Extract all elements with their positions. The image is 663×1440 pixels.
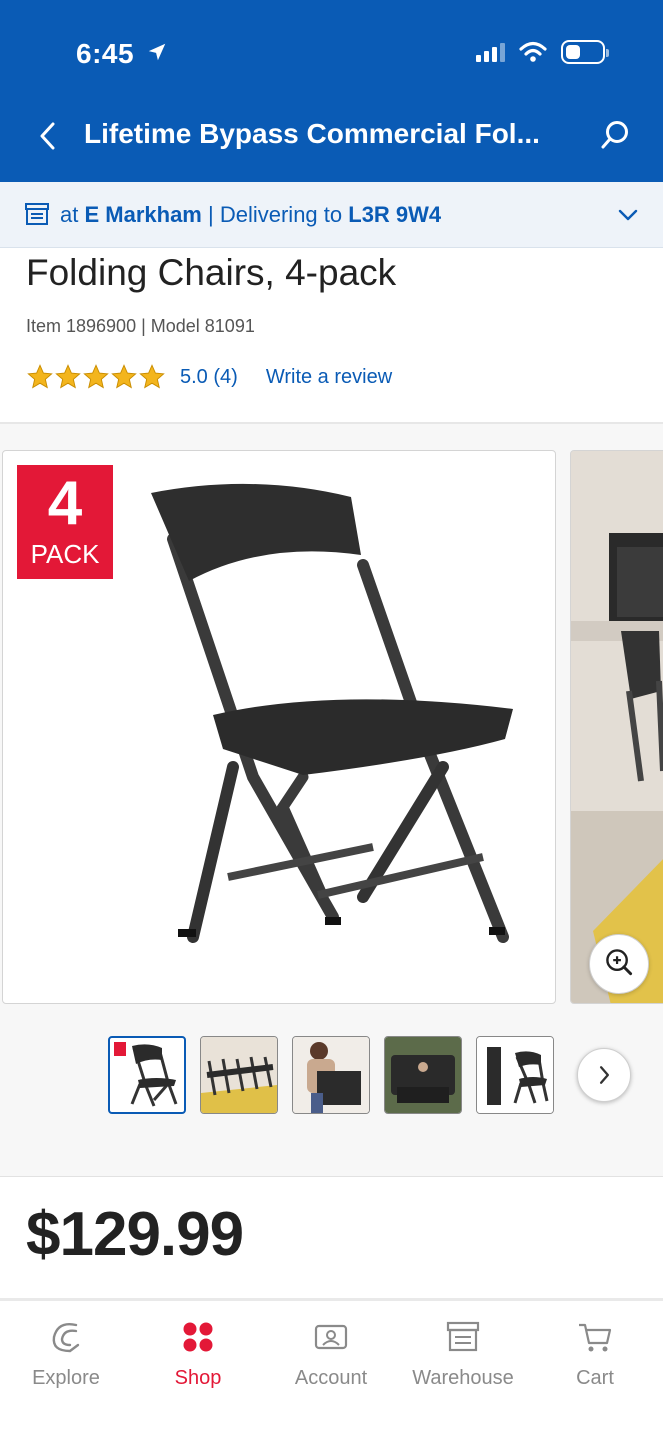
tab-cart[interactable]: Cart xyxy=(529,1319,661,1390)
rating-value[interactable]: 5.0 (4) xyxy=(180,366,238,389)
location-arrow-icon xyxy=(149,43,166,61)
tab-warehouse[interactable]: Warehouse xyxy=(397,1319,529,1390)
chevron-right-icon[interactable] xyxy=(577,1048,631,1102)
signal-icon xyxy=(476,42,505,62)
star-icon xyxy=(27,364,53,389)
wifi-icon xyxy=(519,41,547,62)
tab-account[interactable]: Account xyxy=(265,1319,397,1390)
tab-label-explore: Explore xyxy=(32,1367,100,1389)
warehouse-store-icon xyxy=(25,203,49,225)
item-model-info: Item 1896900 | Model 81091 xyxy=(26,316,255,336)
star-icon xyxy=(83,364,109,389)
warehouse-icon xyxy=(446,1321,480,1352)
thumbnail-carry-chair[interactable] xyxy=(292,1036,370,1114)
status-icons xyxy=(476,40,609,64)
thumbnail-chairs-room[interactable] xyxy=(200,1036,278,1114)
thumbnail-chairs-room-image xyxy=(201,1037,277,1113)
thumbnail-lift-chair[interactable] xyxy=(384,1036,462,1114)
thumbnail-chair-front-image xyxy=(114,1042,178,1107)
tab-label-warehouse: Warehouse xyxy=(412,1367,514,1389)
back-button[interactable] xyxy=(34,120,62,152)
header-title: Lifetime Bypass Commercial Fol... xyxy=(84,118,540,149)
thumbnail-carry-chair-image xyxy=(293,1037,369,1113)
thumbnail-chair-front[interactable] xyxy=(108,1036,186,1114)
write-review-link[interactable]: Write a review xyxy=(266,366,392,389)
search-button[interactable] xyxy=(599,118,633,152)
postal-code: L3R 9W4 xyxy=(348,202,442,227)
location-text: at E Markham | Delivering to L3R 9W4 xyxy=(60,202,441,228)
pack-badge-number: 4 xyxy=(47,469,83,538)
account-icon xyxy=(314,1324,348,1350)
thumbnail-lift-chair-image xyxy=(385,1037,461,1113)
rating-stars[interactable] xyxy=(26,363,166,391)
pack-badge-text: PACK xyxy=(30,539,100,569)
secondary-product-image[interactable] xyxy=(570,450,663,1004)
star-icon xyxy=(55,364,81,389)
loc-prefix: at xyxy=(60,202,79,227)
explore-icon xyxy=(52,1323,80,1353)
tab-label-shop: Shop xyxy=(174,1367,222,1389)
bottom-tab-bar: Explore Shop Account Warehouse Cart xyxy=(0,1298,663,1440)
battery-icon xyxy=(561,40,609,64)
tab-label-cart: Cart xyxy=(576,1367,614,1389)
tab-label-account: Account xyxy=(294,1367,368,1389)
warehouse-name: E Markham xyxy=(84,202,202,227)
shop-icon xyxy=(183,1322,213,1352)
status-time: 6:45 xyxy=(76,38,168,70)
star-icon xyxy=(111,364,137,389)
status-time-text: 6:45 xyxy=(76,38,135,69)
rating-count: (4) xyxy=(213,365,238,388)
room-scene-image xyxy=(571,451,663,1003)
chevron-down-icon[interactable] xyxy=(617,204,639,226)
product-price: $129.99 xyxy=(26,1200,244,1269)
price-section: $129.99 xyxy=(0,1176,663,1298)
rating-score: 5.0 xyxy=(180,365,208,388)
loc-separator: | xyxy=(208,202,214,227)
thumbnail-folded-chair[interactable] xyxy=(476,1036,554,1114)
thumbnail-strip xyxy=(108,1036,554,1114)
rating-row: 5.0 (4) Write a review xyxy=(26,360,392,394)
folding-chair-image xyxy=(151,483,513,943)
tab-shop[interactable]: Shop xyxy=(132,1319,264,1390)
zoom-in-icon[interactable] xyxy=(589,934,649,994)
thumbnail-folded-chair-image xyxy=(477,1037,553,1113)
location-bar[interactable]: at E Markham | Delivering to L3R 9W4 xyxy=(0,182,663,248)
delivering-label: Delivering to xyxy=(219,202,343,227)
main-product-image[interactable]: 4 PACK xyxy=(2,450,556,1004)
product-title: Folding Chairs, 4-pack xyxy=(26,252,397,293)
pack-badge: 4 PACK xyxy=(17,465,113,579)
cart-icon xyxy=(579,1323,612,1352)
star-icon xyxy=(139,364,165,389)
app-header: 6:45 Lifetime Bypass Commercial Fol... xyxy=(0,0,663,182)
tab-explore[interactable]: Explore xyxy=(0,1319,132,1390)
